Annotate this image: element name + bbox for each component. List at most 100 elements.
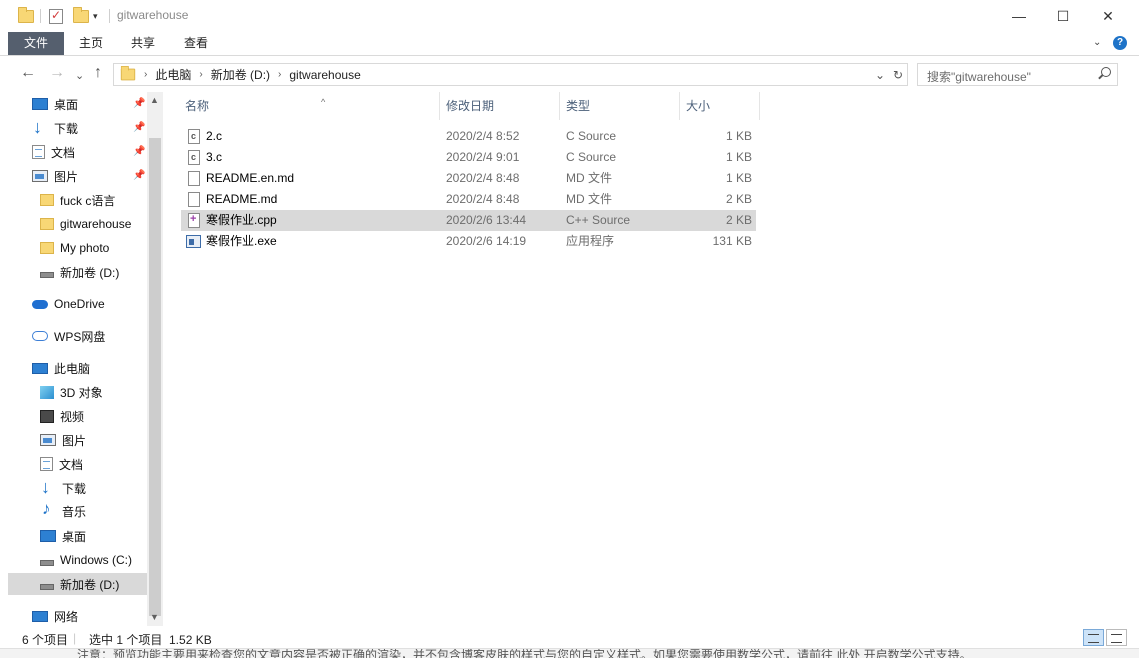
sidebar-item-drive-d[interactable]: 新加卷 (D:) xyxy=(8,573,147,595)
file-name: 2.c xyxy=(206,129,223,143)
table-row[interactable]: 寒假作业.exe 2020/2/6 14:19 应用程序 131 KB xyxy=(181,231,756,252)
table-row[interactable]: README.en.md 2020/2/4 8:48 MD 文件 1 KB xyxy=(181,168,756,189)
file-name: README.md xyxy=(206,192,278,206)
cloud-icon xyxy=(32,331,48,341)
file-date: 2020/2/4 8:48 xyxy=(446,192,520,206)
scroll-up-icon[interactable]: ▲ xyxy=(150,95,159,105)
column-header-size[interactable]: 大小 xyxy=(679,92,759,120)
scrollbar-thumb[interactable] xyxy=(149,138,161,616)
sidebar-item-label: 视频 xyxy=(60,409,85,424)
sidebar-item-label: 3D 对象 xyxy=(60,385,103,400)
sidebar-item-label: 文档 xyxy=(51,145,76,160)
column-header-date[interactable]: 修改日期 xyxy=(439,92,559,120)
sidebar-item-label: fuck c语言 xyxy=(60,193,116,208)
details-view-icon[interactable] xyxy=(1083,629,1104,646)
tab-view[interactable]: 查看 xyxy=(172,32,220,55)
file-type: C Source xyxy=(566,129,617,143)
file-date: 2020/2/4 8:48 xyxy=(446,171,520,185)
tab-share[interactable]: 共享 xyxy=(119,32,167,55)
tab-file[interactable]: 文件 xyxy=(8,32,64,55)
window-title: gitwarehouse xyxy=(117,8,189,22)
up-button[interactable]: ↑ xyxy=(94,65,102,81)
address-dropdown-icon[interactable]: ⌄ xyxy=(871,68,889,82)
file-size: 131 KB xyxy=(712,234,752,248)
document-icon xyxy=(32,145,45,159)
sidebar-item-label: OneDrive xyxy=(54,297,105,311)
sidebar-scrollbar[interactable]: ▲ ▼ xyxy=(147,92,163,626)
close-button[interactable]: ✕ xyxy=(1085,0,1131,32)
table-row-selected[interactable]: 寒假作业.cpp 2020/2/6 13:44 C++ Source 2 KB xyxy=(181,210,756,231)
c-source-file-icon xyxy=(188,129,200,144)
properties-icon[interactable] xyxy=(49,7,63,25)
customize-quick-access-icon[interactable]: ▾ xyxy=(93,7,98,25)
sidebar-item-label: 桌面 xyxy=(62,529,87,544)
breadcrumb-separator[interactable]: › xyxy=(199,69,202,80)
file-size: 2 KB xyxy=(725,213,752,227)
maximize-button[interactable]: ☐ xyxy=(1040,0,1086,32)
sidebar-item-label: 图片 xyxy=(54,169,79,184)
sidebar-item-label: WPS网盘 xyxy=(54,329,106,344)
search-box[interactable]: 搜索"gitwarehouse" xyxy=(917,63,1118,86)
file-type: C Source xyxy=(566,150,617,164)
back-button[interactable]: ← xyxy=(20,65,36,81)
sidebar-item-label: 下载 xyxy=(54,121,79,136)
tab-home[interactable]: 主页 xyxy=(67,32,115,55)
expand-ribbon-icon[interactable]: ⌄ xyxy=(1093,37,1101,48)
new-folder-icon[interactable] xyxy=(73,6,89,25)
drive-icon xyxy=(40,584,54,590)
table-row[interactable]: 3.c 2020/2/4 9:01 C Source 1 KB xyxy=(181,147,756,168)
sidebar-item-label: 下载 xyxy=(62,481,87,496)
pin-icon[interactable]: 📌 xyxy=(133,146,145,157)
sidebar-item-label: gitwarehouse xyxy=(60,217,132,231)
column-divider[interactable] xyxy=(759,92,760,120)
sort-ascending-icon: ^ xyxy=(321,97,326,107)
column-label: 名称 xyxy=(185,99,210,113)
md-file-icon xyxy=(188,171,200,186)
table-row[interactable]: 2.c 2020/2/4 8:52 C Source 1 KB xyxy=(181,126,756,147)
search-icon[interactable] xyxy=(1101,67,1111,77)
column-header-name[interactable]: 名称 ^ xyxy=(178,92,440,120)
minimize-button[interactable]: — xyxy=(996,0,1042,32)
search-input[interactable]: 搜索"gitwarehouse" xyxy=(927,68,1031,85)
sidebar-item-label: 网络 xyxy=(54,609,79,624)
onedrive-icon xyxy=(32,299,48,309)
background-window-strip: 注意：预览功能主要用来检查您的文章内容是否被正确的渲染，并不包含博客皮肤的样式与… xyxy=(0,648,1139,658)
file-name: README.en.md xyxy=(206,171,295,185)
file-date: 2020/2/4 8:52 xyxy=(446,129,520,143)
large-icons-view-icon[interactable] xyxy=(1106,629,1127,646)
folder-icon xyxy=(18,6,34,25)
file-date: 2020/2/6 14:19 xyxy=(446,234,527,248)
breadcrumb-gitwarehouse[interactable]: gitwarehouse xyxy=(289,68,360,82)
status-divider: | xyxy=(73,631,77,645)
breadcrumb-drive-d[interactable]: 新加卷 (D:) xyxy=(211,66,270,83)
breadcrumb-this-pc[interactable]: 此电脑 xyxy=(155,66,191,83)
sidebar-item-label: 新加卷 (D:) xyxy=(60,265,120,280)
file-name: 寒假作业.exe xyxy=(206,234,277,248)
pin-icon[interactable]: 📌 xyxy=(133,122,145,133)
3d-objects-icon xyxy=(40,385,54,399)
forward-button[interactable]: → xyxy=(49,65,65,81)
desktop-icon xyxy=(40,530,56,542)
refresh-icon[interactable]: ↻ xyxy=(889,68,907,82)
help-icon[interactable]: ? xyxy=(1113,36,1127,50)
scroll-down-icon[interactable]: ▼ xyxy=(150,612,159,622)
document-icon xyxy=(40,457,53,471)
sidebar-item-label: 音乐 xyxy=(62,504,87,519)
file-name: 寒假作业.cpp xyxy=(206,213,277,227)
cpp-file-icon xyxy=(188,213,200,228)
file-size: 2 KB xyxy=(725,192,752,206)
column-header-type[interactable]: 类型 xyxy=(559,92,679,120)
address-bar[interactable]: › 此电脑 › 新加卷 (D:) › gitwarehouse ⌄ ↻ xyxy=(113,63,908,86)
pin-icon[interactable]: 📌 xyxy=(133,98,145,109)
file-list: 名称 ^ 修改日期 类型 大小 2.c 2020/2/4 8:52 C Sour… xyxy=(163,92,1139,626)
recent-locations-button[interactable]: ⌄ xyxy=(75,68,84,84)
table-row[interactable]: README.md 2020/2/4 8:48 MD 文件 2 KB xyxy=(181,189,756,210)
background-text: 注意：预览功能主要用来检查您的文章内容是否被正确的渲染，并不包含博客皮肤的样式与… xyxy=(77,648,972,658)
pin-icon[interactable]: 📌 xyxy=(133,170,145,181)
toolbar-divider xyxy=(40,9,41,23)
breadcrumb-separator[interactable]: › xyxy=(278,69,281,80)
file-name: 3.c xyxy=(206,150,223,164)
sidebar-item-label: 文档 xyxy=(59,457,84,472)
title-bar: ▾ gitwarehouse — ☐ ✕ xyxy=(0,0,1139,32)
folder-icon xyxy=(40,194,54,206)
